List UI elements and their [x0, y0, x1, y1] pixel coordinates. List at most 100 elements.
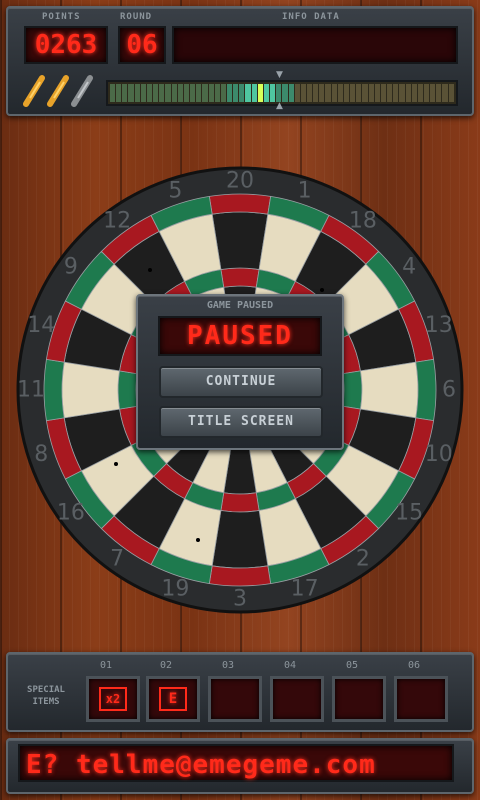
meter-segment: [202, 84, 208, 102]
dart-hole: [148, 268, 152, 272]
double-segment: [208, 193, 272, 215]
meter-segment: [430, 84, 436, 102]
slot-label: 03: [222, 660, 235, 671]
meter-segment: [350, 84, 356, 102]
item-slot-3[interactable]: [208, 676, 262, 722]
meter-segment: [257, 84, 263, 102]
meter-segment: [134, 84, 140, 102]
meter-segment: [233, 84, 239, 102]
meter-segment: [177, 84, 183, 102]
e-item-icon: E: [159, 687, 187, 711]
slot-label: 01: [100, 660, 113, 671]
meter-segment: [362, 84, 368, 102]
board-number: 5: [168, 179, 182, 204]
meter-segment: [251, 84, 257, 102]
round-label: ROUND: [120, 12, 153, 22]
info-data-display: [172, 26, 458, 64]
meter-segment: [343, 84, 350, 102]
meter-segment: [319, 84, 325, 102]
meter-segment: [313, 84, 319, 102]
meter-segment: [368, 84, 374, 102]
slot-label: 04: [284, 660, 297, 671]
meter-segment: [374, 84, 380, 102]
meter-segment: [165, 84, 171, 102]
outer-single-segment: [211, 510, 269, 569]
double-segment: [415, 358, 437, 422]
slot-label: 05: [346, 660, 359, 671]
double-segment: [208, 565, 272, 587]
darts-remaining: [23, 75, 93, 107]
meter-segment: [140, 84, 146, 102]
board-number: 7: [110, 547, 124, 572]
double-segment: [43, 358, 65, 422]
meter-segment: [276, 84, 282, 102]
item-slot-4[interactable]: [270, 676, 324, 722]
dart-hole: [320, 288, 324, 292]
special-items-label: SPECIAL ITEMS: [18, 684, 74, 708]
meter-segment: [282, 84, 288, 102]
meter-segment: [331, 84, 337, 102]
board-number: 12: [103, 208, 131, 233]
meter-segment: [417, 84, 423, 102]
continue-button[interactable]: CONTINUE: [159, 366, 323, 398]
item-slot-2[interactable]: E: [146, 676, 200, 722]
points-label: POINTS: [42, 12, 81, 22]
board-number: 16: [57, 500, 85, 525]
meter-marker-bottom: ▲: [276, 101, 283, 111]
meter-segment: [399, 84, 405, 102]
board-number: 2: [356, 547, 370, 572]
meter-segment: [380, 84, 387, 102]
board-number: 13: [425, 313, 453, 338]
meter-segment: [405, 84, 411, 102]
board-number: 11: [17, 378, 45, 403]
meter-segment: [288, 84, 294, 102]
slot-label: 06: [408, 660, 421, 671]
title-screen-button[interactable]: TITLE SCREEN: [159, 406, 323, 438]
meter-segment: [294, 84, 300, 102]
outer-single-segment: [360, 361, 419, 419]
meter-segment: [307, 84, 313, 102]
meter-segment: [387, 84, 393, 102]
meter-segment: [300, 84, 306, 102]
board-number: 18: [349, 208, 377, 233]
item-slot-6[interactable]: [394, 676, 448, 722]
special-label-line2: ITEMS: [32, 697, 60, 707]
meter-segment: [122, 84, 128, 102]
meter-segment: [263, 84, 270, 102]
dart-icon: [23, 75, 45, 107]
dart-icon: [47, 75, 69, 107]
meter-segment: [116, 84, 122, 102]
treble-segment: [220, 267, 260, 288]
treble-segment: [117, 370, 138, 410]
meter-segment: [436, 84, 442, 102]
board-number: 6: [442, 378, 456, 403]
meter-segment: [423, 84, 430, 102]
outer-single-segment: [211, 211, 269, 270]
board-number: 8: [34, 442, 48, 467]
meter-segment: [146, 84, 153, 102]
outer-single-segment: [61, 361, 120, 419]
board-number: 1: [298, 179, 312, 204]
dart-hole: [196, 538, 200, 542]
board-number: 9: [64, 255, 78, 280]
special-label-line1: SPECIAL: [27, 685, 65, 695]
board-number: 17: [291, 576, 319, 601]
points-display: 0263: [24, 26, 108, 64]
meter-segment: [196, 84, 202, 102]
meter-segment: [110, 84, 116, 102]
meter-segment: [356, 84, 362, 102]
slot-label: 02: [160, 660, 173, 671]
meter-segment: [171, 84, 177, 102]
board-number: 20: [226, 169, 254, 194]
meter-segment: [208, 84, 214, 102]
item-slot-1[interactable]: x2: [86, 676, 140, 722]
meter-segment: [153, 84, 159, 102]
treble-segment: [220, 492, 260, 513]
paused-display: PAUSED: [158, 316, 322, 356]
meter-segment: [128, 84, 134, 102]
meter-segment: [448, 84, 454, 102]
dart-used-icon: [71, 75, 93, 107]
item-slot-5[interactable]: [332, 676, 386, 722]
meter-segment: [214, 84, 220, 102]
meter-segment: [442, 84, 448, 102]
